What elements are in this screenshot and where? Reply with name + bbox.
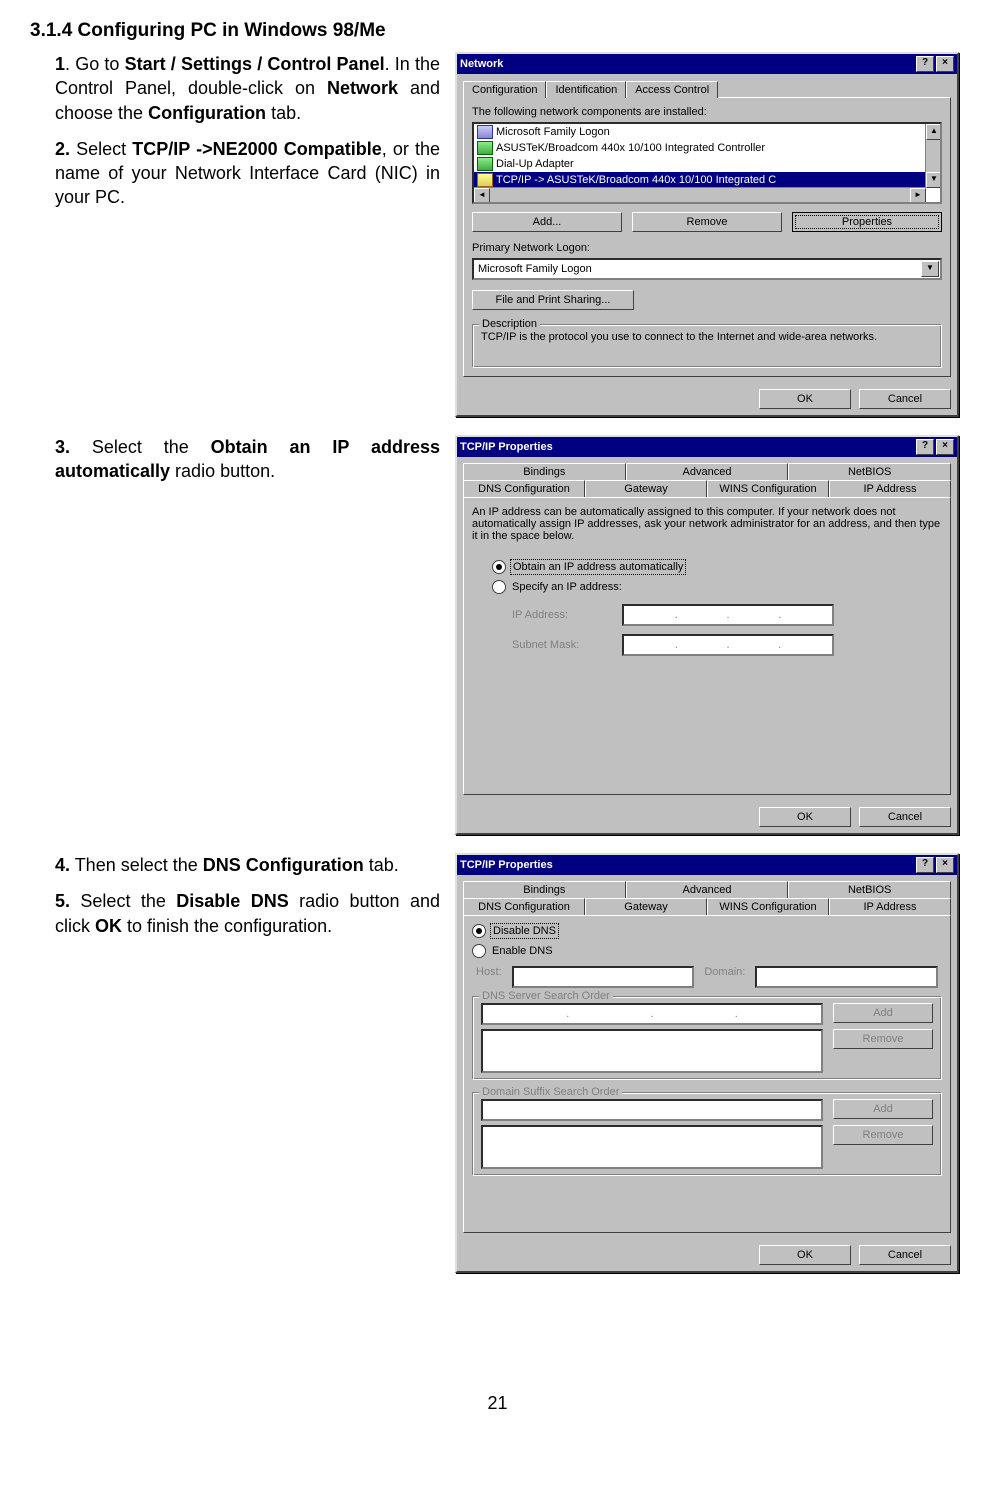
suffix-field[interactable] — [481, 1099, 823, 1121]
subnet-mask-label: Subnet Mask: — [512, 639, 622, 651]
section-heading: 3.1.4 Configuring PC in Windows 98/Me — [30, 20, 965, 42]
host-label: Host: — [476, 966, 502, 988]
tab-wins-configuration[interactable]: WINS Configuration — [707, 898, 829, 915]
window-title: TCP/IP Properties — [460, 441, 914, 453]
scrollbar-vertical[interactable]: ▲▼ — [925, 124, 940, 188]
help-icon[interactable]: ? — [916, 439, 934, 455]
window-title: Network — [460, 58, 914, 70]
help-icon[interactable]: ? — [916, 56, 934, 72]
domain-suffix-title: Domain Suffix Search Order — [479, 1086, 622, 1098]
tcpip-ip-dialog: TCP/IP Properties ? × Bindings Advanced … — [455, 435, 959, 835]
close-icon[interactable]: × — [936, 439, 954, 455]
step-2: 2. Select TCP/IP ->NE2000 Compatible, or… — [55, 137, 440, 210]
radio-enable-dns[interactable]: Enable DNS — [472, 944, 942, 958]
description-text: TCP/IP is the protocol you use to connec… — [481, 331, 933, 343]
description-group-title: Description — [479, 318, 540, 330]
ok-button[interactable]: OK — [759, 1245, 851, 1265]
radio-specify-ip[interactable]: Specify an IP address: — [492, 580, 922, 594]
tab-access-control[interactable]: Access Control — [626, 81, 718, 98]
network-dialog: Network ? × Configuration Identification… — [455, 52, 959, 417]
dns-search-order-title: DNS Server Search Order — [479, 990, 613, 1002]
ip-info-text: An IP address can be automatically assig… — [472, 506, 942, 542]
tab-configuration[interactable]: Configuration — [463, 81, 546, 98]
chevron-down-icon[interactable]: ▼ — [921, 261, 939, 277]
cancel-button[interactable]: Cancel — [859, 389, 951, 409]
tab-ip-address[interactable]: IP Address — [829, 480, 951, 497]
close-icon[interactable]: × — [936, 857, 954, 873]
titlebar[interactable]: TCP/IP Properties ? × — [457, 437, 957, 457]
titlebar[interactable]: TCP/IP Properties ? × — [457, 855, 957, 875]
domain-label: Domain: — [704, 966, 745, 988]
dns-list[interactable] — [481, 1029, 823, 1073]
tab-dns-configuration[interactable]: DNS Configuration — [463, 480, 585, 497]
tab-identification[interactable]: Identification — [546, 81, 626, 98]
scrollbar-horizontal[interactable]: ◄► — [474, 187, 926, 202]
tab-advanced[interactable]: Advanced — [626, 881, 789, 898]
primary-logon-dropdown[interactable]: Microsoft Family Logon ▼ — [472, 258, 942, 280]
file-print-sharing-button[interactable]: File and Print Sharing... — [472, 290, 634, 310]
tab-dns-configuration[interactable]: DNS Configuration — [463, 898, 585, 915]
suffix-add-button[interactable]: Add — [833, 1099, 933, 1119]
ok-button[interactable]: OK — [759, 807, 851, 827]
host-field[interactable] — [512, 966, 695, 988]
scroll-down-icon[interactable]: ▼ — [926, 172, 942, 188]
tab-advanced[interactable]: Advanced — [626, 463, 789, 480]
subnet-mask-field[interactable]: ... — [622, 634, 834, 656]
list-item-selected[interactable]: TCP/IP -> ASUSTeK/Broadcom 440x 10/100 I… — [496, 174, 776, 186]
page-number: 21 — [30, 1393, 965, 1414]
dns-remove-button[interactable]: Remove — [833, 1029, 933, 1049]
remove-button[interactable]: Remove — [632, 212, 782, 232]
list-item[interactable]: Dial-Up Adapter — [496, 158, 574, 170]
tab-gateway[interactable]: Gateway — [585, 898, 707, 915]
list-item[interactable]: Microsoft Family Logon — [496, 126, 610, 138]
scroll-left-icon[interactable]: ◄ — [474, 188, 490, 204]
list-item[interactable]: ASUSTeK/Broadcom 440x 10/100 Integrated … — [496, 142, 765, 154]
cancel-button[interactable]: Cancel — [859, 807, 951, 827]
help-icon[interactable]: ? — [916, 857, 934, 873]
tab-bindings[interactable]: Bindings — [463, 881, 626, 898]
scroll-right-icon[interactable]: ► — [910, 188, 926, 204]
adapter-icon — [477, 157, 493, 171]
step-1: 1. Go to Start / Settings / Control Pane… — [55, 52, 440, 125]
client-icon — [477, 125, 493, 139]
step-4: 4. Then select the DNS Configuration tab… — [55, 853, 440, 877]
tcpip-dns-dialog: TCP/IP Properties ? × Bindings Advanced … — [455, 853, 959, 1273]
tab-bindings[interactable]: Bindings — [463, 463, 626, 480]
protocol-icon — [477, 173, 493, 187]
close-icon[interactable]: × — [936, 56, 954, 72]
radio-obtain-ip[interactable]: Obtain an IP address automatically — [492, 560, 922, 574]
radio-disable-dns[interactable]: Disable DNS — [472, 924, 942, 938]
properties-button[interactable]: Properties — [792, 212, 942, 232]
step-3: 3. Select the Obtain an IP address autom… — [55, 435, 440, 484]
domain-field[interactable] — [755, 966, 938, 988]
window-title: TCP/IP Properties — [460, 859, 914, 871]
ok-button[interactable]: OK — [759, 389, 851, 409]
suffix-remove-button[interactable]: Remove — [833, 1125, 933, 1145]
ip-address-label: IP Address: — [512, 609, 622, 621]
dns-ip-field[interactable]: ... — [481, 1003, 823, 1025]
titlebar[interactable]: Network ? × — [457, 54, 957, 74]
scroll-up-icon[interactable]: ▲ — [926, 124, 942, 140]
ip-address-field[interactable]: ... — [622, 604, 834, 626]
components-label: The following network components are ins… — [472, 106, 942, 118]
primary-logon-label: Primary Network Logon: — [472, 242, 942, 254]
components-listbox[interactable]: Microsoft Family Logon ASUSTeK/Broadcom … — [472, 122, 942, 204]
add-button[interactable]: Add... — [472, 212, 622, 232]
step-5: 5. Select the Disable DNS radio button a… — [55, 889, 440, 938]
cancel-button[interactable]: Cancel — [859, 1245, 951, 1265]
tab-netbios[interactable]: NetBIOS — [788, 463, 951, 480]
tab-gateway[interactable]: Gateway — [585, 480, 707, 497]
dns-add-button[interactable]: Add — [833, 1003, 933, 1023]
adapter-icon — [477, 141, 493, 155]
tab-ip-address[interactable]: IP Address — [829, 898, 951, 915]
tab-wins-configuration[interactable]: WINS Configuration — [707, 480, 829, 497]
suffix-list[interactable] — [481, 1125, 823, 1169]
tab-netbios[interactable]: NetBIOS — [788, 881, 951, 898]
